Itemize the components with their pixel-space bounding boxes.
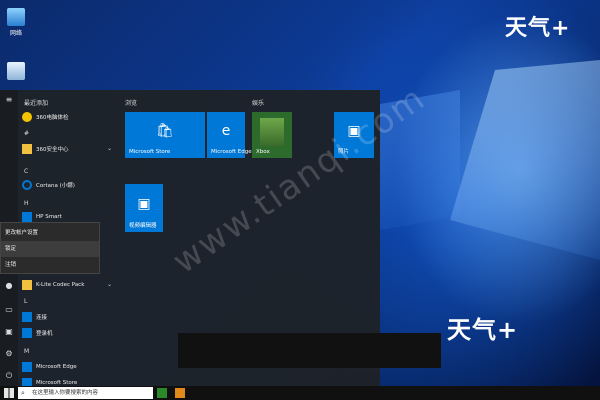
app-label: 登录机 (36, 331, 53, 337)
tile-microsoft-store[interactable]: 🛍 Microsoft Store (125, 112, 205, 158)
menu-change-account-settings[interactable]: 更改帐户设置 (1, 225, 99, 241)
recycle-bin-icon (7, 62, 25, 80)
tile-xbox[interactable]: Xbox (252, 112, 292, 158)
app-klite[interactable]: K-Lite Codec Pack ⌄ (22, 278, 116, 292)
watermark-top: 天气+ (505, 16, 571, 41)
video-editor-icon: ▣ (137, 196, 151, 213)
desktop-icon-network[interactable]: 网络 (0, 8, 32, 37)
start-button[interactable] (4, 388, 14, 398)
app-label: Microsoft Edge (36, 364, 77, 370)
overlay-black-bar (178, 333, 441, 368)
section-recent: 最近添加 (24, 100, 49, 107)
app-label: HP Smart (36, 214, 62, 220)
app-login[interactable]: 登录机 (22, 326, 53, 340)
edge-icon (22, 362, 32, 372)
desktop-icon-recycle-bin[interactable] (0, 62, 32, 82)
pictures-icon[interactable]: ▣ (3, 326, 15, 338)
section-c: C (24, 168, 29, 175)
app-edge[interactable]: Microsoft Edge (22, 360, 77, 374)
xbox-avatar-image (260, 118, 284, 146)
wallpaper-windows-logo (450, 60, 600, 260)
desktop-icon-label: 网络 (9, 30, 22, 37)
app-label: 360电脑体检 (36, 115, 69, 121)
windows-logo-icon (4, 388, 14, 398)
menu-lock[interactable]: 锁定 (1, 241, 99, 257)
section-m: M (24, 348, 30, 355)
app-label: 连接 (36, 315, 48, 321)
search-icon: ⌕ (21, 389, 25, 397)
watermark-bottom: 天气+ (447, 316, 519, 344)
taskbar: ⌕ 在这里输入你要搜索的内容 (0, 386, 600, 400)
hamburger-icon[interactable]: ≡ (3, 94, 15, 106)
taskbar-app-green[interactable] (157, 388, 167, 398)
menu-sign-out[interactable]: 注销 (1, 257, 99, 273)
edge-icon: e (221, 123, 231, 140)
user-avatar-icon[interactable]: ● (3, 280, 15, 292)
taskbar-app-orange[interactable] (175, 388, 185, 398)
tile-label: Microsoft Edge (211, 149, 252, 155)
section-h: H (24, 200, 29, 207)
folder-icon (22, 280, 32, 290)
power-icon[interactable]: ⏻ (3, 370, 15, 382)
group-browse: 浏览 (125, 100, 138, 107)
network-icon (7, 8, 25, 26)
account-context-menu: 更改帐户设置 锁定 注销 (0, 222, 100, 274)
search-box[interactable]: ⌕ 在这里输入你要搜索的内容 (18, 387, 153, 399)
search-placeholder: 在这里输入你要搜索的内容 (32, 390, 99, 396)
connect-icon (22, 312, 32, 322)
tile-video-editor[interactable]: ▣ 视频编辑器 (125, 184, 163, 232)
folder-icon (22, 144, 32, 154)
app-connect[interactable]: 连接 (22, 310, 47, 324)
app-label: K-Lite Codec Pack (36, 282, 85, 288)
app-360-checkup[interactable]: 360电脑体检 (22, 110, 69, 124)
chevron-down-icon: ⌄ (106, 281, 112, 288)
tile-label: Xbox (256, 149, 270, 155)
app-label: Cortana (小娜) (36, 183, 75, 189)
store-icon: 🛍 (156, 123, 174, 140)
section-l: L (24, 298, 28, 305)
360-icon (22, 112, 32, 122)
chevron-down-icon: ⌄ (106, 145, 112, 152)
section-hash: # (24, 130, 30, 137)
app-360-center[interactable]: 360安全中心 ⌄ (22, 142, 116, 156)
tile-label: 视频编辑器 (129, 223, 157, 229)
tile-microsoft-edge[interactable]: e Microsoft Edge (207, 112, 252, 158)
login-icon (22, 328, 32, 338)
cortana-icon (22, 180, 32, 190)
group-entertainment: 娱乐 (252, 100, 265, 107)
app-cortana[interactable]: Cortana (小娜) (22, 178, 75, 192)
tile-label: Microsoft Store (129, 149, 171, 155)
hp-icon (22, 212, 32, 222)
settings-icon[interactable]: ⚙ (3, 348, 15, 360)
app-label: 360安全中心 (36, 147, 69, 153)
documents-icon[interactable]: ▭ (3, 304, 15, 316)
